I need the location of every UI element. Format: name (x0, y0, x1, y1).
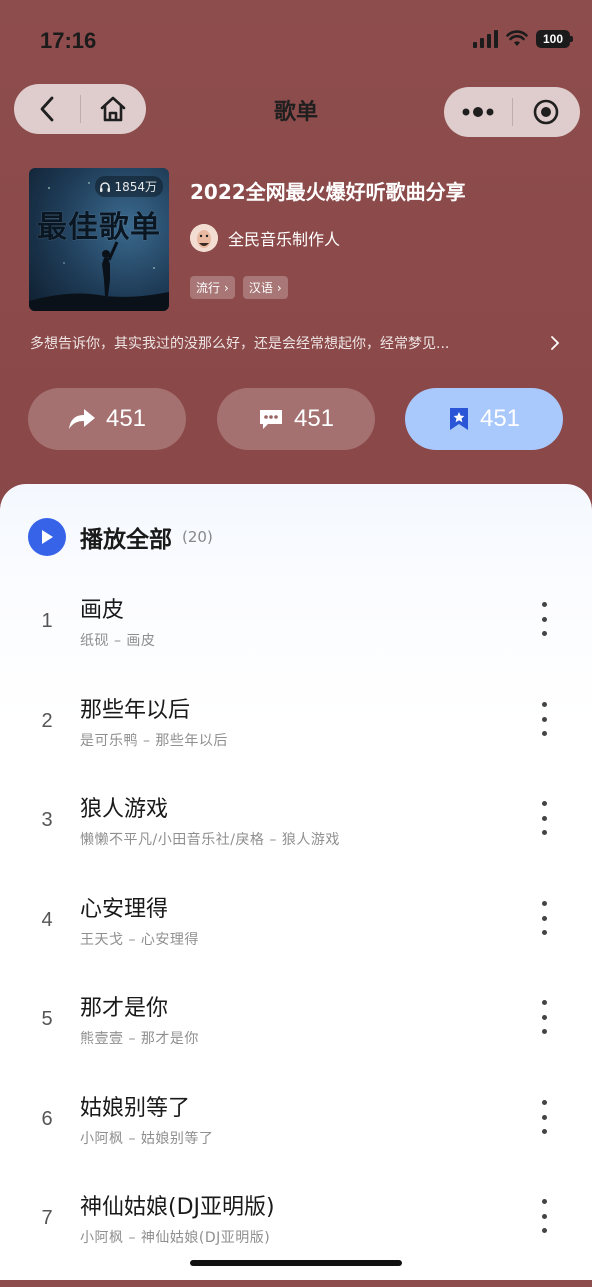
chevron-right-icon (551, 336, 560, 350)
song-row[interactable]: 2 那些年以后 是可乐鸭 – 那些年以后 (0, 690, 592, 790)
song-artist-album: 熊壹壹 – 那才是你 (80, 1031, 199, 1047)
song-more-menu-icon[interactable] (534, 801, 554, 835)
chevron-right-icon: › (224, 280, 229, 295)
playlist-cover[interactable]: 1854万 最佳歌单 (29, 168, 169, 311)
wifi-icon (506, 30, 528, 46)
comment-count: 451 (293, 405, 335, 432)
song-index: 6 (41, 1108, 53, 1130)
status-indicators: 100 (473, 30, 573, 48)
tag-label: 汉语 (248, 281, 273, 295)
song-row[interactable]: 1 画皮 纸砚 – 画皮 (0, 590, 592, 690)
collect-button[interactable]: 451 (405, 388, 563, 450)
song-index: 4 (41, 909, 53, 931)
playlist-title: 2022全网最火爆好听歌曲分享 (190, 180, 466, 204)
more-dots-icon (462, 107, 494, 117)
song-artist-album: 小阿枫 – 姑娘别等了 (80, 1131, 214, 1147)
song-title: 狼人游戏 (80, 797, 169, 822)
song-title: 画皮 (80, 598, 125, 623)
song-more-menu-icon[interactable] (534, 1000, 554, 1034)
headphones-icon (100, 181, 111, 192)
song-artist-album: 王天戈 – 心安理得 (80, 932, 199, 948)
description-text: 多想告诉你，其实我过的没那么好，还是会经常想起你，经常梦见... (30, 336, 450, 352)
signal-icon (473, 30, 498, 48)
song-index: 5 (41, 1008, 53, 1030)
song-artist-album: 小阿枫 – 神仙姑娘(DJ亚明版) (80, 1230, 271, 1246)
song-row[interactable]: 6 姑娘别等了 小阿枫 – 姑娘别等了 (0, 1088, 592, 1188)
song-artist-album: 懒懒不平凡/小田音乐社/戾格 – 狼人游戏 (80, 832, 340, 848)
creator-avatar (190, 224, 218, 252)
song-artist-album: 是可乐鸭 – 那些年以后 (80, 733, 228, 749)
song-row[interactable]: 4 心安理得 王天戈 – 心安理得 (0, 889, 592, 989)
cover-title-text: 最佳歌单 (37, 210, 161, 245)
song-index: 7 (41, 1207, 53, 1229)
share-arrow-icon (68, 409, 95, 429)
song-title: 心安理得 (80, 897, 169, 922)
tag-list: 流行 › 汉语 › (190, 276, 288, 299)
creator-name: 全民音乐制作人 (228, 230, 341, 249)
song-title: 神仙姑娘(DJ亚明版) (80, 1195, 275, 1220)
song-index: 2 (41, 710, 53, 732)
song-artist-album: 纸砚 – 画皮 (80, 633, 156, 649)
song-title: 那才是你 (80, 996, 169, 1021)
share-count: 451 (105, 405, 147, 432)
play-icon (28, 518, 66, 556)
collect-count: 451 (479, 405, 521, 432)
close-miniprogram-button[interactable] (513, 87, 581, 137)
home-indicator[interactable] (190, 1260, 402, 1266)
play-all-button[interactable]: 播放全部 (20) (28, 518, 213, 556)
song-count: (20) (182, 528, 213, 546)
song-more-menu-icon[interactable] (534, 702, 554, 736)
battery-indicator: 100 (536, 30, 573, 48)
song-row[interactable]: 5 那才是你 熊壹壹 – 那才是你 (0, 988, 592, 1088)
comment-button[interactable]: 451 (217, 388, 375, 450)
creator-info[interactable]: 全民音乐制作人 (190, 224, 340, 252)
nav-capsule-right (444, 87, 580, 137)
status-time: 17:16 (40, 28, 97, 53)
comment-icon (259, 410, 282, 429)
song-more-menu-icon[interactable] (534, 602, 554, 636)
share-button[interactable]: 451 (28, 388, 186, 450)
target-close-icon (533, 99, 559, 125)
tag-chinese[interactable]: 汉语 › (242, 276, 288, 299)
playlist-description[interactable]: 多想告诉你，其实我过的没那么好，还是会经常想起你，经常梦见... (30, 333, 560, 353)
song-row[interactable]: 3 狼人游戏 懒懒不平凡/小田音乐社/戾格 – 狼人游戏 (0, 789, 592, 889)
play-count-badge: 1854万 (95, 176, 163, 197)
song-title: 那些年以后 (80, 698, 191, 723)
song-more-menu-icon[interactable] (534, 1199, 554, 1233)
more-menu-button[interactable] (444, 87, 512, 137)
song-index: 1 (41, 610, 53, 632)
song-more-menu-icon[interactable] (534, 1100, 554, 1134)
song-list-sheet: 播放全部 (20) 1 画皮 纸砚 – 画皮 2 那些年以后 是可乐鸭 – 那些… (0, 484, 592, 1280)
song-row[interactable]: 7 神仙姑娘(DJ亚明版) 小阿枫 – 神仙姑娘(DJ亚明版) (0, 1187, 592, 1287)
tag-label: 流行 (196, 281, 221, 295)
chevron-right-icon: › (276, 280, 282, 295)
play-count-text: 1854万 (114, 180, 157, 194)
tag-pop[interactable]: 流行 › (190, 276, 235, 299)
song-title: 姑娘别等了 (80, 1096, 191, 1121)
song-index: 3 (41, 809, 53, 831)
bookmark-star-icon (449, 408, 468, 430)
song-more-menu-icon[interactable] (534, 901, 554, 935)
play-all-label: 播放全部 (80, 527, 172, 553)
